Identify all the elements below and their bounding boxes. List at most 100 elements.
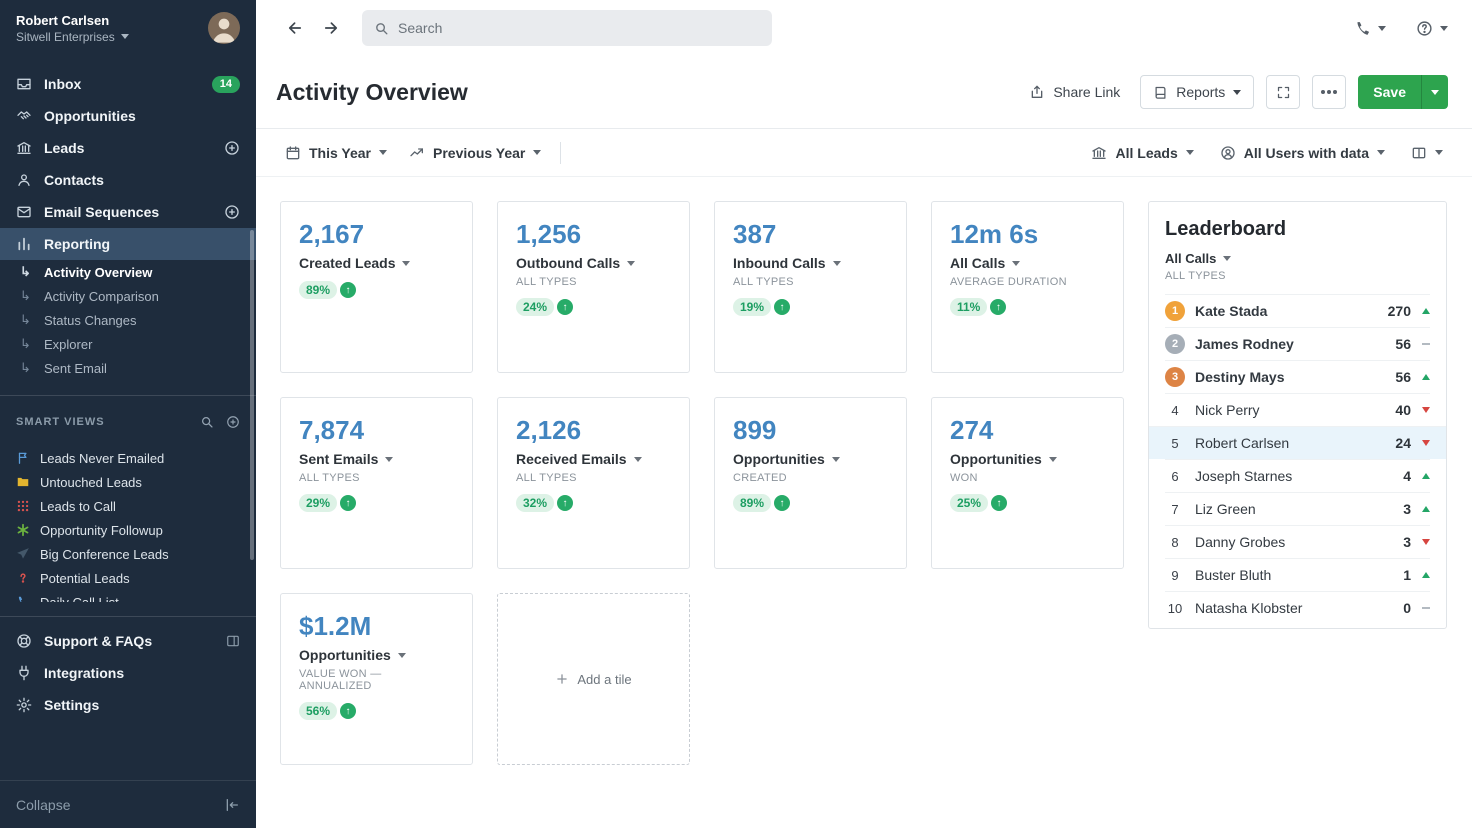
leaderboard-row[interactable]: 7 Liz Green 3 (1165, 492, 1430, 525)
ellipsis-icon (1327, 90, 1331, 94)
leaderboard-row-current-user[interactable]: 5 Robert Carlsen 24 (1149, 426, 1446, 459)
subnav-activity-comparison[interactable]: ↳ Activity Comparison (0, 284, 256, 308)
chevron-down-icon (1223, 256, 1231, 261)
sidebar-item-support[interactable]: Support & FAQs (0, 625, 256, 657)
metric-dropdown[interactable]: Received Emails (516, 451, 671, 467)
smart-view-big-conference-leads[interactable]: Big Conference Leads (0, 542, 256, 566)
rank-number: 5 (1165, 436, 1185, 451)
sidebar-scrollbar[interactable] (250, 230, 254, 560)
leaderboard-row[interactable]: 1 Kate Stada 270 (1165, 294, 1430, 327)
metric-label: Opportunities (950, 451, 1042, 467)
layout-columns-control[interactable] (1400, 145, 1454, 161)
metric-dropdown[interactable]: Sent Emails (299, 451, 454, 467)
leaderboard-row[interactable]: 8 Danny Grobes 3 (1165, 525, 1430, 558)
add-smart-view-button[interactable] (226, 415, 240, 429)
comparison-filter[interactable]: Previous Year (398, 145, 552, 161)
share-link-button[interactable]: Share Link (1029, 84, 1120, 100)
metric-value: 2,126 (516, 415, 671, 446)
smart-view-leads-never-emailed[interactable]: Leads Never Emailed (0, 446, 256, 470)
collapse-icon (224, 797, 240, 813)
fullscreen-button[interactable] (1266, 75, 1300, 109)
sidebar-item-opportunities[interactable]: Opportunities (0, 100, 256, 132)
leads-filter-label: All Leads (1115, 145, 1177, 161)
metric-dropdown[interactable]: All Calls (950, 255, 1105, 271)
leaderboard-row[interactable]: 6 Joseph Starnes 4 (1165, 459, 1430, 492)
user-profile-text[interactable]: Robert Carlsen Sitwell Enterprises (16, 13, 208, 44)
sidebar-item-inbox[interactable]: Inbox 14 (0, 68, 256, 100)
chevron-down-icon (1012, 261, 1020, 266)
save-button[interactable]: Save (1358, 75, 1421, 109)
save-dropdown-button[interactable] (1421, 75, 1448, 109)
avatar[interactable] (208, 12, 240, 44)
subnav-activity-overview[interactable]: ↳ Activity Overview (0, 260, 256, 284)
more-options-button[interactable] (1312, 75, 1346, 109)
subnav-explorer[interactable]: ↳ Explorer (0, 332, 256, 356)
sidebar-nav: Inbox 14 Opportunities Leads Contacts Em… (0, 54, 256, 260)
date-range-filter[interactable]: This Year (274, 145, 398, 161)
leaderboard-row[interactable]: 3 Destiny Mays 56 (1165, 360, 1430, 393)
metric-dropdown[interactable]: Outbound Calls (516, 255, 671, 271)
leaderboard-name: Danny Grobes (1195, 534, 1393, 550)
metric-label: Sent Emails (299, 451, 378, 467)
sidebar-item-label: Inbox (44, 76, 81, 92)
sidebar-item-reporting[interactable]: Reporting (0, 228, 256, 260)
sidebar-item-leads[interactable]: Leads (0, 132, 256, 164)
subnav-status-changes[interactable]: ↳ Status Changes (0, 308, 256, 332)
smart-view-potential-leads[interactable]: Potential Leads (0, 566, 256, 590)
search-input[interactable] (398, 20, 760, 36)
calendar-icon (285, 145, 301, 161)
subnav-label: Activity Comparison (44, 289, 159, 304)
trend-up-icon (1422, 473, 1430, 479)
sidebar-item-integrations[interactable]: Integrations (0, 657, 256, 689)
leads-filter[interactable]: All Leads (1080, 145, 1204, 161)
arrow-right-icon (322, 19, 340, 37)
metric-dropdown[interactable]: Opportunities (733, 451, 888, 467)
leaderboard-row[interactable]: 2 James Rodney 56 (1165, 327, 1430, 360)
sidebar-item-label: Contacts (44, 172, 104, 188)
tile-opportunities-won: 274 Opportunities WON 25% ↑ (931, 397, 1124, 569)
leaderboard-name: James Rodney (1195, 336, 1385, 352)
sidebar-item-label: Integrations (44, 665, 124, 681)
leaderboard-name: Natasha Klobster (1195, 600, 1393, 616)
forward-button[interactable] (316, 13, 346, 43)
users-filter-label: All Users with data (1244, 145, 1369, 161)
chevron-down-icon (379, 150, 387, 155)
sidebar-item-settings[interactable]: Settings (0, 689, 256, 721)
sidebar-item-contacts[interactable]: Contacts (0, 164, 256, 196)
global-search[interactable] (362, 10, 772, 46)
trend-indicator: 25% ↑ (950, 494, 1105, 512)
smart-view-leads-to-call[interactable]: Leads to Call (0, 494, 256, 518)
collapse-sidebar-button[interactable]: Collapse (0, 780, 256, 828)
smart-view-daily-call-list[interactable]: Daily Call List (0, 590, 256, 602)
users-filter[interactable]: All Users with data (1209, 145, 1396, 161)
smart-view-untouched-leads[interactable]: Untouched Leads (0, 470, 256, 494)
leaderboard-row[interactable]: 4 Nick Perry 40 (1165, 393, 1430, 426)
sidebar-item-label: Opportunities (44, 108, 136, 124)
metric-dropdown[interactable]: Opportunities (299, 647, 454, 663)
metric-dropdown[interactable]: Inbound Calls (733, 255, 888, 271)
leaderboard-name: Liz Green (1195, 501, 1393, 517)
leaderboard-value: 40 (1395, 402, 1411, 418)
sidebar-item-email-sequences[interactable]: Email Sequences (0, 196, 256, 228)
metric-label: All Calls (950, 255, 1005, 271)
help-menu[interactable] (1416, 20, 1448, 37)
subnav-sent-email[interactable]: ↳ Sent Email (0, 356, 256, 380)
leaderboard-row[interactable]: 9 Buster Bluth 1 (1165, 558, 1430, 591)
add-tile-button[interactable]: Add a tile (497, 593, 690, 765)
back-button[interactable] (280, 13, 310, 43)
reports-dropdown-button[interactable]: Reports (1140, 75, 1254, 109)
rank-number: 9 (1165, 568, 1185, 583)
metric-dropdown[interactable]: Created Leads (299, 255, 454, 271)
search-icon[interactable] (200, 415, 214, 429)
smart-view-opportunity-followup[interactable]: Opportunity Followup (0, 518, 256, 542)
phone-menu[interactable] (1354, 20, 1386, 37)
smart-view-label: Opportunity Followup (40, 523, 163, 538)
organization-switcher[interactable]: Sitwell Enterprises (16, 30, 208, 44)
add-lead-button[interactable] (224, 140, 240, 156)
user-profile[interactable]: Robert Carlsen Sitwell Enterprises (0, 0, 256, 54)
metric-dropdown[interactable]: Opportunities (950, 451, 1105, 467)
add-sequence-button[interactable] (224, 204, 240, 220)
leaderboard-title: Leaderboard (1165, 218, 1430, 241)
leaderboard-row[interactable]: 10 Natasha Klobster 0 (1165, 591, 1430, 624)
leaderboard-metric-dropdown[interactable]: All Calls (1165, 251, 1430, 266)
